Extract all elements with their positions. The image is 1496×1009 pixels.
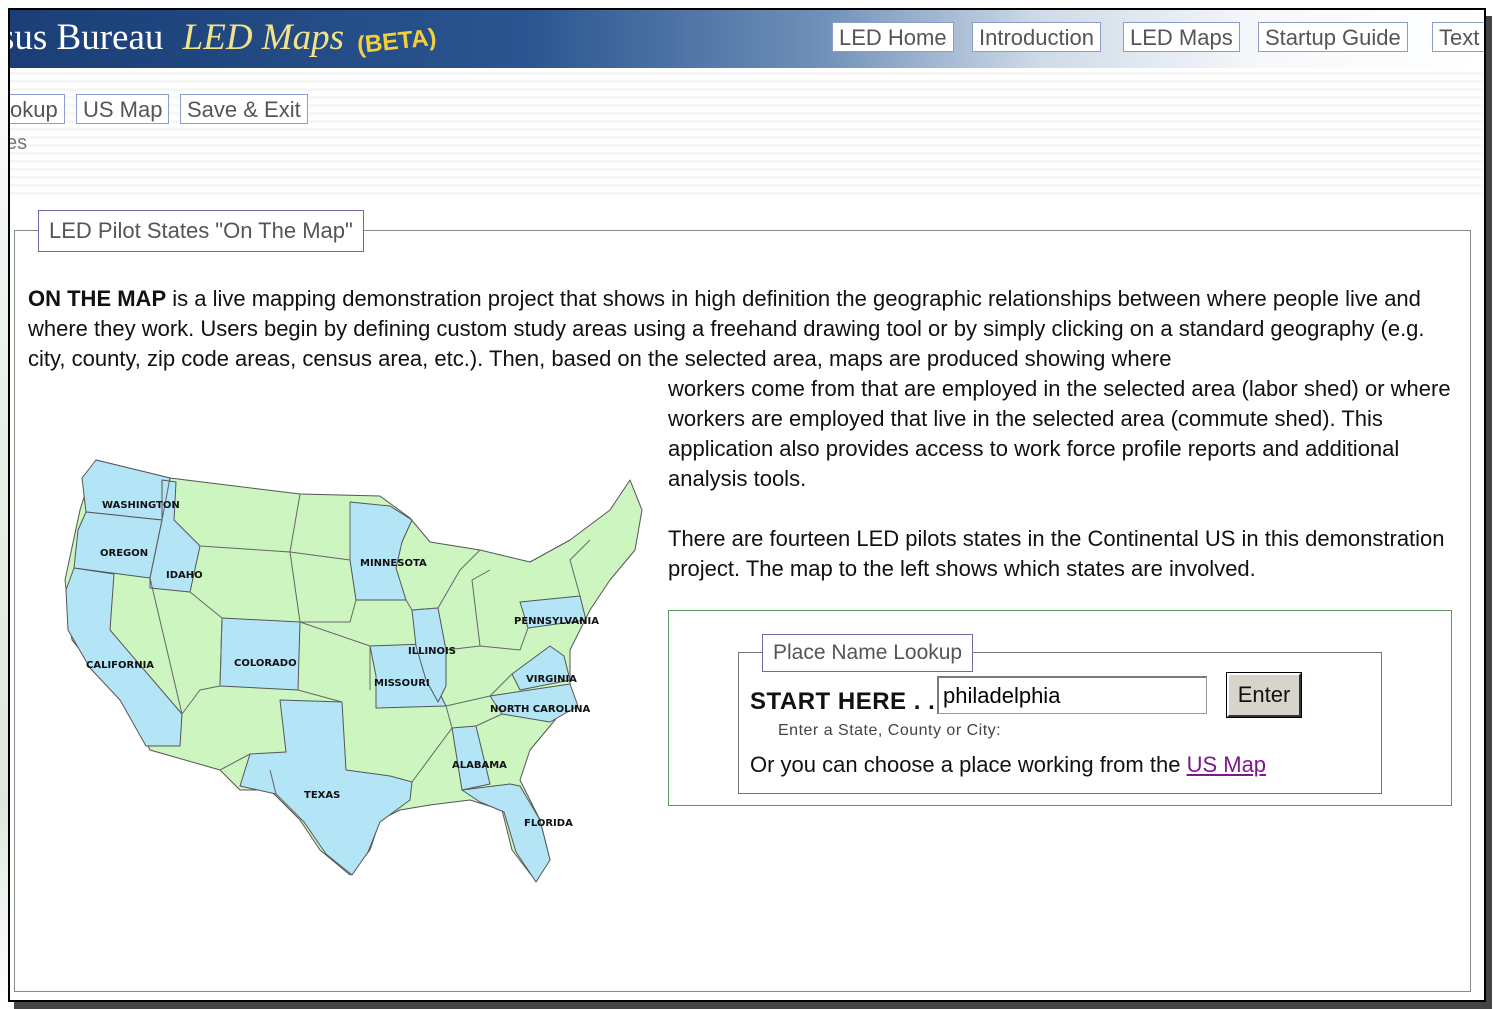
nav-text[interactable]: Text [1432,22,1484,52]
intro-text: ON THE MAP is a live mapping demonstrati… [28,284,1448,374]
map-label: IDAHO [166,570,203,581]
map-label: MISSOURI [374,678,430,689]
intro-body: is a live mapping demonstration project … [28,286,1425,371]
nav-introduction[interactable]: Introduction [972,22,1101,52]
brand-product: LED Maps [182,17,345,58]
choose-text: Or you can choose a place working from t… [750,752,1266,778]
lookup-hint: Enter a State, County or City: [778,722,1002,739]
brand-beta: (BETA) [356,23,438,60]
map-label: ALABAMA [452,760,507,771]
nav-startup-guide[interactable]: Startup Guide [1258,22,1408,52]
choose-prefix: Or you can choose a place working from t… [750,752,1187,777]
nav-led-maps[interactable]: LED Maps [1123,22,1240,52]
intro-bold: ON THE MAP [28,286,167,311]
state-florida [461,783,551,883]
pilots-text: There are fourteen LED pilots states in … [668,526,1445,581]
map-label: PENNSYLVANIA [514,616,599,627]
map-label: COLORADO [234,658,297,669]
nav-led-home[interactable]: LED Home [832,22,954,52]
brand-agency: sus Bureau [8,17,164,58]
page-edge [0,0,8,1009]
brand-title: sus Bureau LED Maps (BETA) [8,16,438,60]
state-washington [81,459,171,521]
lookup-button[interactable]: okup [10,94,65,124]
panel-legend: LED Pilot States "On The Map" [38,210,364,252]
save-exit-button[interactable]: Save & Exit [180,94,308,124]
place-name-input[interactable] [937,676,1207,714]
us-map-button[interactable]: US Map [76,94,170,124]
toolbar-cut-text: es [8,132,28,154]
map-label: FLORIDA [524,818,573,829]
map-label: ILLINOIS [408,646,456,657]
lookup-legend: Place Name Lookup [762,634,974,672]
map-label: VIRGINIA [526,674,577,685]
app-window: sus Bureau LED Maps (BETA) LED Home Intr… [8,8,1486,1002]
state-oregon [73,511,163,579]
enter-button[interactable]: Enter [1226,672,1302,718]
map-label: MINNESOTA [360,558,427,569]
state-colorado [219,617,301,691]
start-here-label: START HERE . . . [750,688,950,715]
map-label: OREGON [100,548,148,559]
us-pilot-states-map: WASHINGTON OREGON IDAHO CALIFORNIA COLOR… [64,459,643,883]
toolbar [10,68,1484,198]
map-label: CALIFORNIA [86,660,154,671]
map-label: WASHINGTON [102,500,180,511]
map-label: TEXAS [304,790,340,801]
intro-continued: workers come from that are employed in t… [668,376,1451,491]
map-label: NORTH CAROLINA [490,704,591,715]
header-bar: sus Bureau LED Maps (BETA) LED Home Intr… [10,10,1484,68]
us-map-link[interactable]: US Map [1187,752,1266,777]
